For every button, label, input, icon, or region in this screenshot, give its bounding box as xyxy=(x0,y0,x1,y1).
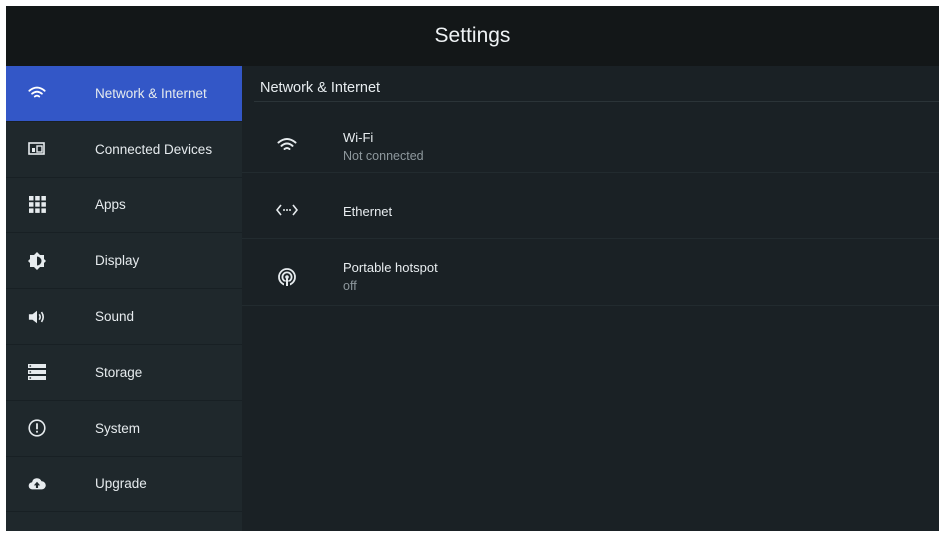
connected-devices-icon xyxy=(28,140,46,158)
wifi-status: Not connected xyxy=(343,149,424,163)
sidebar: Network & Internet Connected Devices App… xyxy=(6,66,242,531)
sidebar-item-label: Sound xyxy=(95,309,135,325)
sidebar-item-apps[interactable]: Apps xyxy=(6,178,242,234)
wifi-icon xyxy=(28,84,46,102)
page-title: Settings xyxy=(434,24,511,47)
sidebar-item-label: Display xyxy=(95,253,140,269)
section-divider xyxy=(254,101,939,102)
list-item-ethernet[interactable]: Ethernet xyxy=(242,182,939,239)
hotspot-status: off xyxy=(343,279,357,293)
ethernet-title: Ethernet xyxy=(343,204,393,219)
volume-icon xyxy=(28,308,46,326)
alert-circle-icon xyxy=(28,419,46,437)
title-bar: Settings xyxy=(6,6,939,66)
wifi-title: Wi-Fi xyxy=(343,130,374,145)
hotspot-icon xyxy=(276,266,298,288)
sidebar-item-label: Connected Devices xyxy=(95,141,213,157)
storage-icon xyxy=(28,363,46,381)
settings-screen: Settings Network & Internet Connected De… xyxy=(6,6,939,531)
brightness-icon xyxy=(28,251,46,270)
sidebar-item-label: Storage xyxy=(95,364,143,380)
hotspot-title: Portable hotspot xyxy=(343,260,438,275)
apps-grid-icon xyxy=(28,196,46,214)
section-title: Network & Internet xyxy=(260,80,381,96)
sidebar-item-label: System xyxy=(95,420,141,436)
ethernet-icon xyxy=(276,199,298,221)
sidebar-item-upgrade[interactable]: Upgrade xyxy=(6,457,242,513)
wifi-icon xyxy=(276,134,298,156)
sidebar-item-display[interactable]: Display xyxy=(6,233,242,290)
sidebar-item-label: Upgrade xyxy=(95,476,147,492)
sidebar-item-connected-devices[interactable]: Connected Devices xyxy=(6,122,242,178)
cloud-upload-icon xyxy=(28,475,46,493)
sidebar-item-system[interactable]: System xyxy=(6,401,242,457)
main-content: Network & Internet Wi-Fi Not connected E… xyxy=(242,66,939,531)
sidebar-item-network-internet[interactable]: Network & Internet xyxy=(6,66,242,122)
list-item-portable-hotspot[interactable]: Portable hotspot off xyxy=(242,241,939,306)
sidebar-item-label: Network & Internet xyxy=(95,85,207,101)
sidebar-item-label: Apps xyxy=(95,197,126,213)
sidebar-item-sound[interactable]: Sound xyxy=(6,289,242,345)
sidebar-item-storage[interactable]: Storage xyxy=(6,345,242,401)
list-item-wifi[interactable]: Wi-Fi Not connected xyxy=(242,116,939,173)
